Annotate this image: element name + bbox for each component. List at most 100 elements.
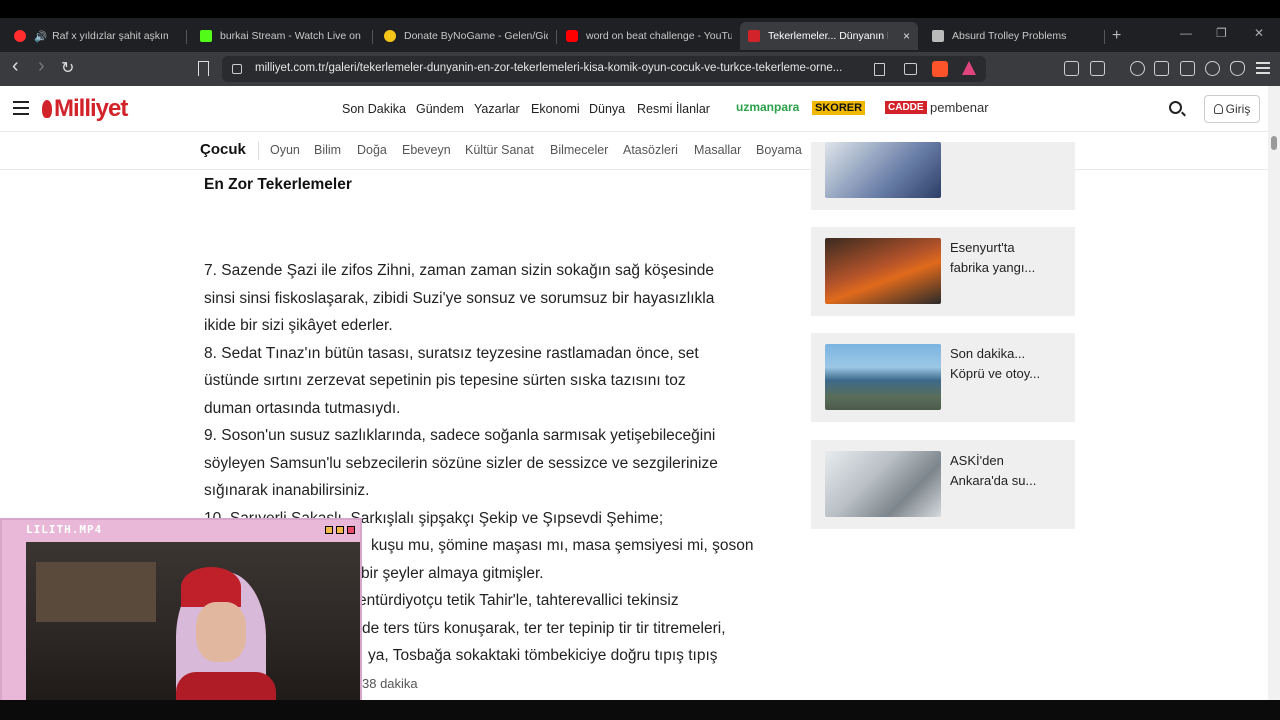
news-card[interactable] <box>811 142 1075 210</box>
news-thumbnail <box>825 451 941 517</box>
flame-icon <box>42 100 52 118</box>
tab-raf[interactable]: 🔊 Raf x yıldızlar şahit aşkıma - <box>8 22 168 50</box>
tab-kick[interactable]: burkai Stream - Watch Live on K <box>194 22 364 50</box>
restore-button[interactable]: ❐ <box>1216 26 1227 40</box>
tab-bar: 🔊 Raf x yıldızlar şahit aşkıma - burkai … <box>0 18 1280 52</box>
article-line: sığınarak inanabilirsiniz. <box>204 482 370 499</box>
news-title: Son dakika... <box>950 346 1026 361</box>
article-line: söyleyen Samsun'lu sebzecilerin sözüne s… <box>204 455 718 472</box>
minimize-icon <box>325 526 333 534</box>
tab-trolley[interactable]: Absurd Trolley Problems <box>928 22 1098 50</box>
brand-uzmanpara[interactable]: uzmanpara <box>736 100 799 114</box>
santa-hat <box>181 567 241 607</box>
article-line: 9. Soson'un susuz sazlıklarında, sadece … <box>204 427 716 444</box>
category-title[interactable]: Çocuk <box>200 141 246 158</box>
subnav-masallar[interactable]: Masallar <box>694 143 741 157</box>
leo-ai-icon[interactable] <box>1205 61 1220 76</box>
news-thumbnail <box>825 344 941 410</box>
subnav-ebeveyn[interactable]: Ebeveyn <box>402 143 451 157</box>
subnav-oyun[interactable]: Oyun <box>270 143 300 157</box>
media-icon[interactable] <box>1130 61 1145 76</box>
brave-shields-icon[interactable] <box>932 61 948 77</box>
category-subnav: Çocuk Oyun Bilim Doğa Ebeveyn Kültür San… <box>0 132 1268 170</box>
article-line: üstünde sırtını zerzevat sepetinin pis t… <box>204 372 686 389</box>
maximize-icon <box>336 526 344 534</box>
screenshot-icon[interactable] <box>1090 61 1105 76</box>
bookmark-icon[interactable] <box>198 61 209 76</box>
url-field[interactable]: milliyet.com.tr/galeri/tekerlemeler-duny… <box>222 56 986 82</box>
news-card[interactable]: Son dakika... Köprü ve otoy... <box>811 333 1075 422</box>
milliyet-favicon-icon <box>748 30 760 42</box>
new-tab-button[interactable]: + <box>1112 22 1132 50</box>
menu-icon[interactable] <box>1256 62 1270 74</box>
nav-gundem[interactable]: Gündem <box>416 102 464 116</box>
subnav-boyama[interactable]: Boyama <box>756 143 802 157</box>
share-icon[interactable] <box>904 63 917 75</box>
news-card[interactable]: ASKİ'den Ankara'da su... <box>811 440 1075 529</box>
hamburger-menu-icon[interactable] <box>13 101 29 115</box>
subnav-atasozleri[interactable]: Atasözleri <box>623 143 678 157</box>
site-info-icon[interactable] <box>232 64 242 74</box>
brave-rewards-icon[interactable] <box>962 61 976 75</box>
nav-dunya[interactable]: Dünya <box>589 102 625 116</box>
tab-title: word on beat challenge - YouTu <box>586 30 732 42</box>
close-window-button[interactable]: ✕ <box>1254 26 1264 40</box>
news-thumbnail <box>825 142 941 198</box>
minimize-button[interactable]: — <box>1180 26 1192 40</box>
scroll-thumb[interactable] <box>1271 136 1277 150</box>
subnav-bilmeceler[interactable]: Bilmeceler <box>550 143 608 157</box>
site-logo[interactable]: Milliyet <box>42 95 128 123</box>
article-line: 7. Sazende Şazi ile zifos Zihni, zaman z… <box>204 262 715 279</box>
bynogame-icon <box>384 30 396 42</box>
tab-title: Tekerlemeler... Dünyanın En <box>768 30 888 42</box>
nav-resmi-ilanlar[interactable]: Resmi İlanlar <box>637 102 710 116</box>
nav-yazarlar[interactable]: Yazarlar <box>474 102 520 116</box>
brand-pembenar[interactable]: pembenar <box>930 100 989 115</box>
article-line: sinsi sinsi fiskoslaşarak, zibidi Suzi'y… <box>204 290 715 307</box>
nav-ekonomi[interactable]: Ekonomi <box>531 102 580 116</box>
address-bar-row: ‹ › ↻ milliyet.com.tr/galeri/tekerlemele… <box>0 52 1280 86</box>
tab-youtube[interactable]: word on beat challenge - YouTu <box>562 22 732 50</box>
url-text: milliyet.com.tr/galeri/tekerlemeler-duny… <box>255 62 843 74</box>
youtube-music-icon <box>14 30 26 42</box>
news-card[interactable]: Esenyurt'ta fabrika yangı... <box>811 227 1075 316</box>
tab-title: Donate ByNoGame - Gelen/Gide <box>404 30 548 42</box>
youtube-icon <box>566 30 578 42</box>
subnav-bilim[interactable]: Bilim <box>314 143 341 157</box>
reader-mode-icon[interactable] <box>874 63 885 76</box>
extensions-icon[interactable] <box>1064 61 1079 76</box>
webcam-title: LILITH.MP4 <box>26 523 103 536</box>
article-line: entürdiyotçu tetik Tahir'le, tahterevall… <box>358 592 679 609</box>
subnav-kultur-sanat[interactable]: Kültür Sanat <box>465 143 534 157</box>
brand-skorer[interactable]: SKORER <box>812 101 866 115</box>
tab-milliyet[interactable]: Tekerlemeler... Dünyanın En × <box>740 22 918 50</box>
article-line: 8. Sedat Tınaz'ın bütün tasası, suratsız… <box>204 345 699 362</box>
nav-son-dakika[interactable]: Son Dakika <box>342 102 406 116</box>
vpn-icon[interactable] <box>1230 61 1245 76</box>
article-line: ikide bir sizi şikâyet ederler. <box>204 317 393 334</box>
page-scrollbar[interactable] <box>1268 86 1280 700</box>
article-heading: En Zor Tekerlemeler <box>204 176 352 193</box>
divider <box>258 142 259 160</box>
trolley-icon <box>932 30 944 42</box>
forward-button[interactable]: › <box>38 55 45 78</box>
news-title: Köprü ve otoy... <box>950 366 1041 381</box>
reload-button[interactable]: ↻ <box>61 58 74 78</box>
news-title: Esenyurt'ta <box>950 240 1015 255</box>
tab-title: burkai Stream - Watch Live on K <box>220 30 364 42</box>
login-button[interactable]: Giriş <box>1204 95 1260 123</box>
article-line: kuşu mu, şömine maşası mı, masa şemsiyes… <box>371 537 754 554</box>
back-button[interactable]: ‹ <box>12 55 19 78</box>
tab-title: Absurd Trolley Problems <box>952 30 1067 42</box>
close-icon <box>347 526 355 534</box>
subnav-doga[interactable]: Doğa <box>357 143 387 157</box>
news-thumbnail <box>825 238 941 304</box>
tab-bynogame[interactable]: Donate ByNoGame - Gelen/Gide <box>378 22 548 50</box>
search-icon[interactable] <box>1169 101 1182 114</box>
wallet-icon[interactable] <box>1180 61 1195 76</box>
close-tab-icon[interactable]: × <box>895 29 918 43</box>
brand-cadde[interactable]: CADDE <box>885 101 927 114</box>
sidebar-icon[interactable] <box>1154 61 1169 76</box>
background-shelf <box>36 562 156 622</box>
kick-icon <box>200 30 212 42</box>
